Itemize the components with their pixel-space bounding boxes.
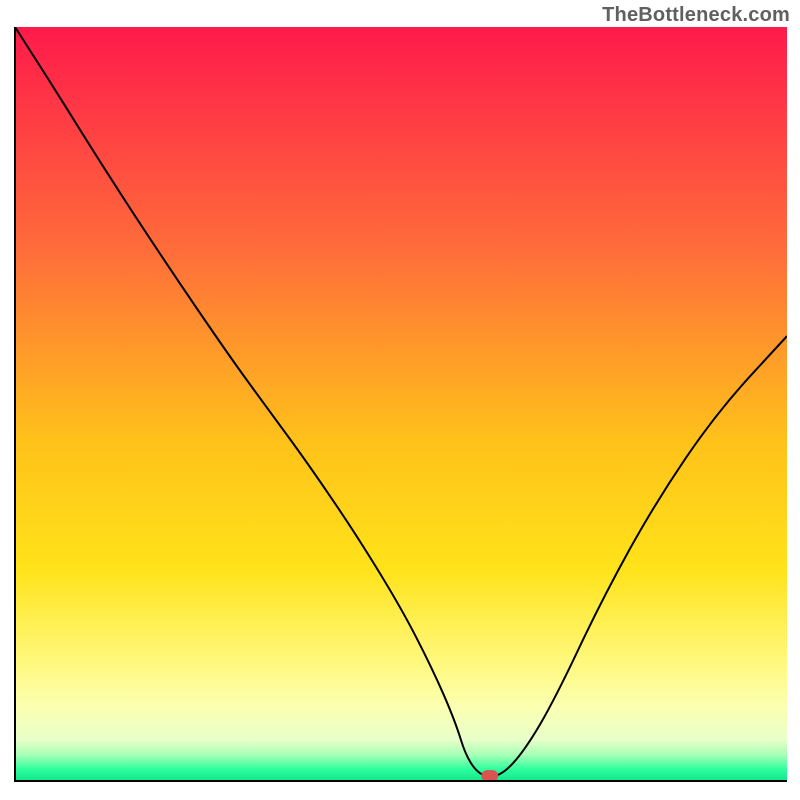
gradient-background [15, 27, 787, 781]
optimal-point-marker [481, 770, 498, 781]
chart-svg [0, 0, 800, 800]
chart-container: TheBottleneck.com [0, 0, 800, 800]
watermark-text: TheBottleneck.com [602, 4, 790, 27]
